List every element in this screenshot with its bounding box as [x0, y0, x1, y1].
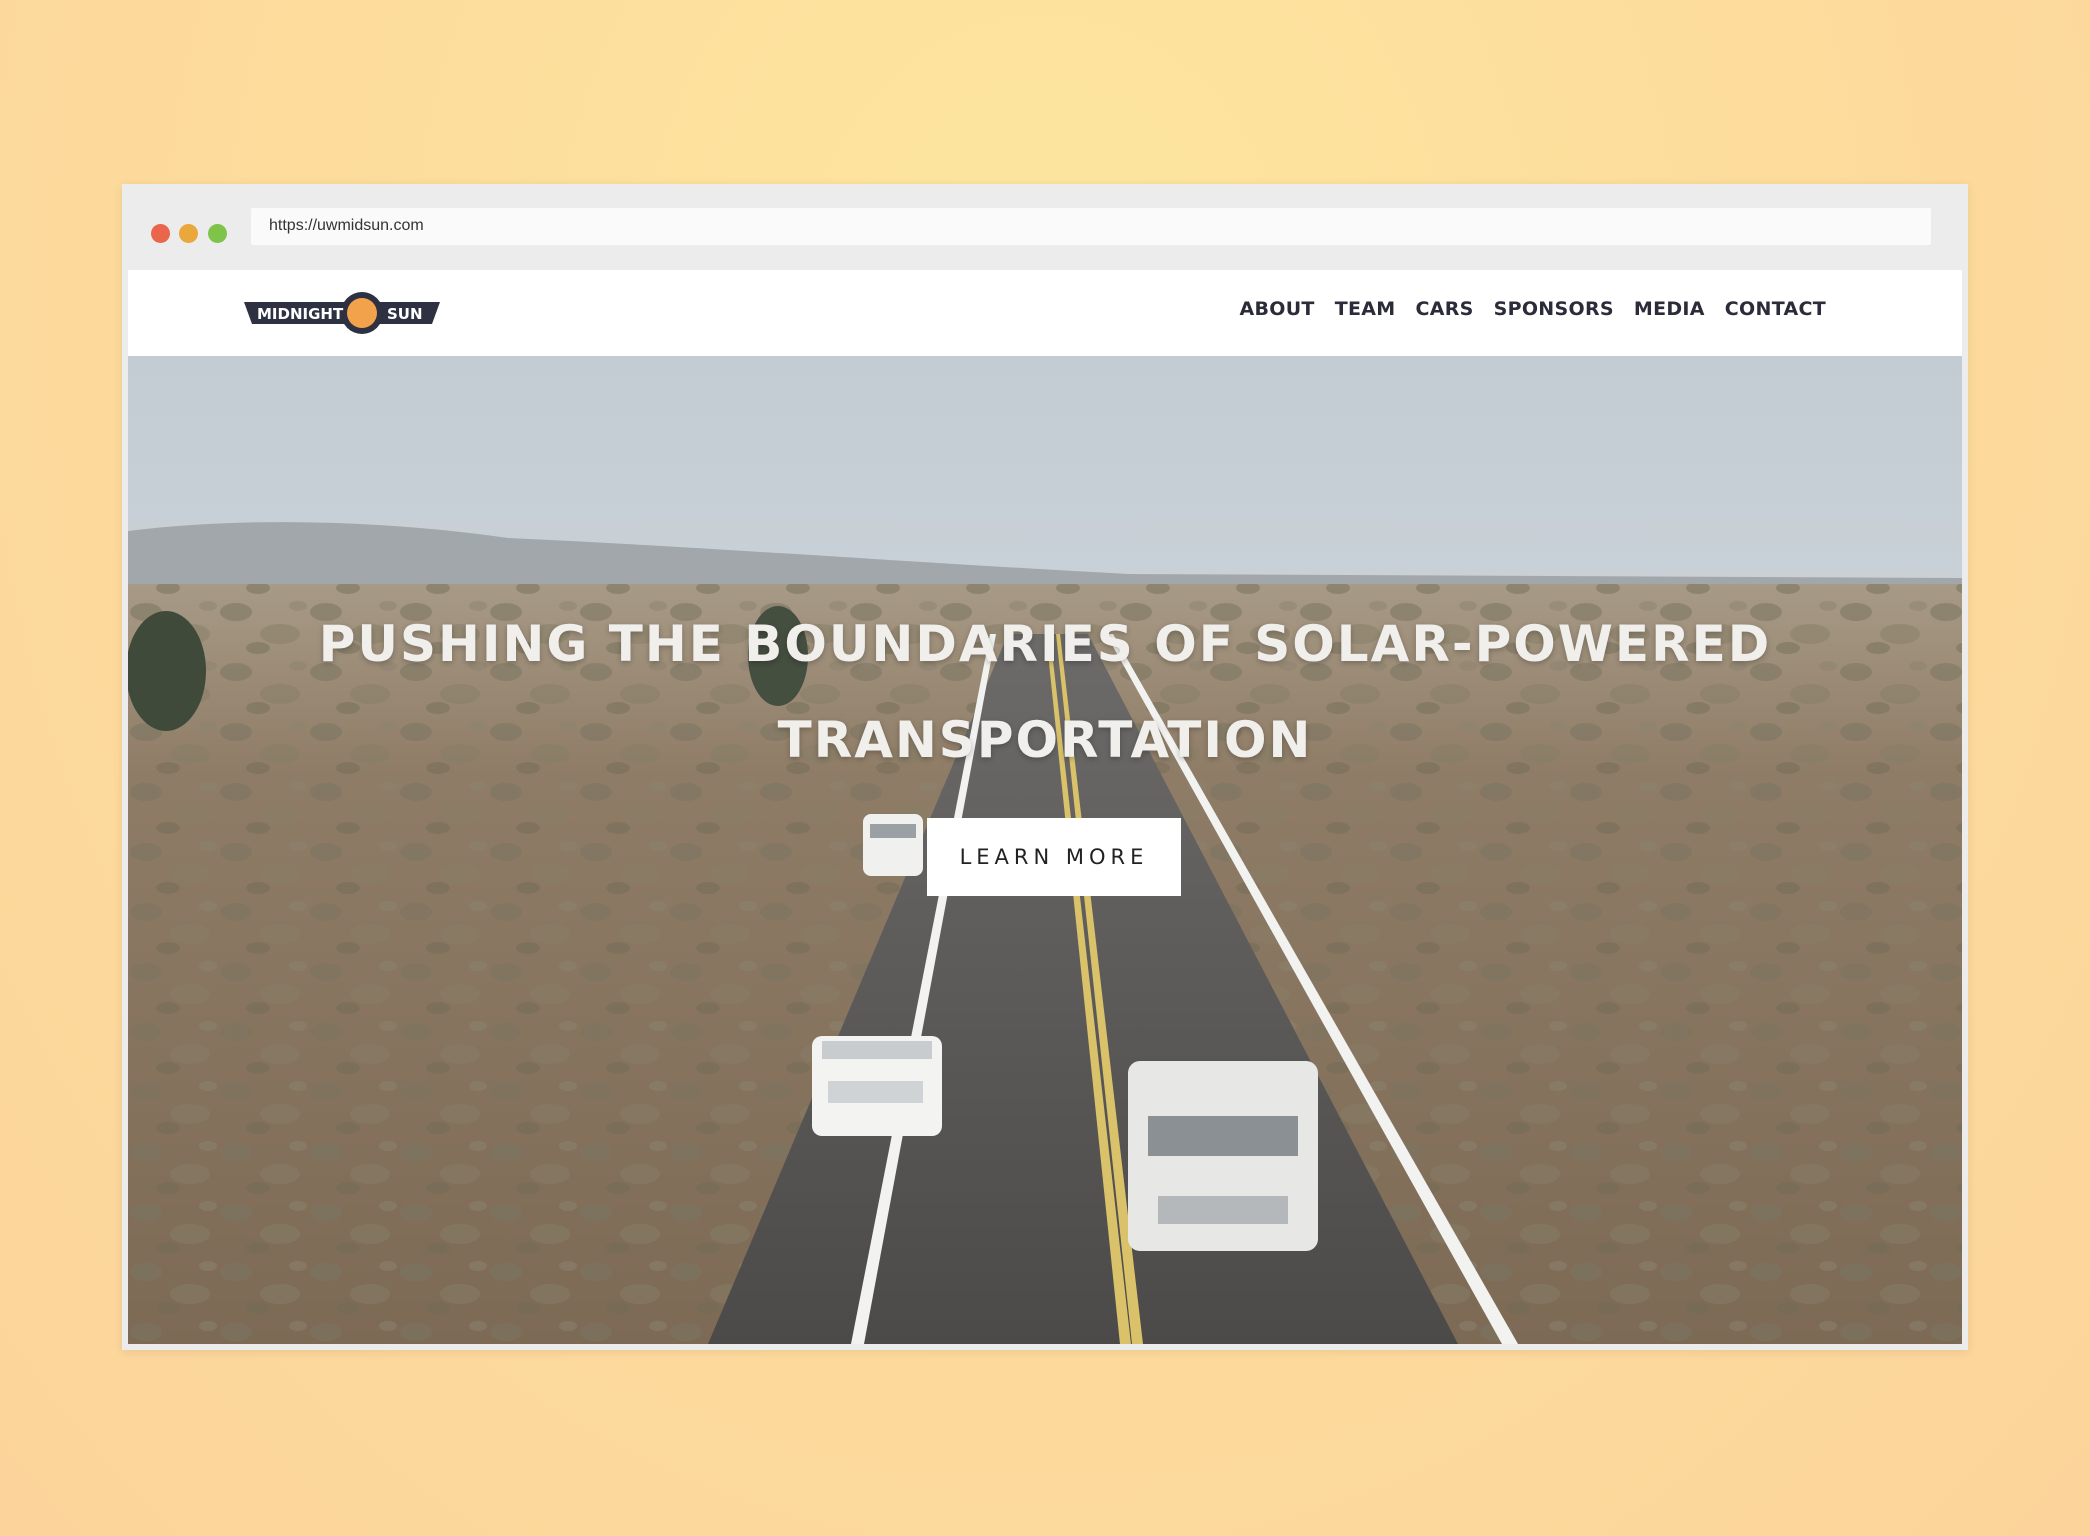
logo-sun-icon	[347, 298, 377, 328]
nav-link-media[interactable]: MEDIA	[1634, 298, 1705, 320]
nav-link-team[interactable]: TEAM	[1335, 298, 1396, 320]
midnight-sun-logo[interactable]: MIDNIGHT SUN	[244, 290, 440, 336]
logo-text-left: MIDNIGHT	[257, 305, 344, 323]
nav-link-contact[interactable]: CONTACT	[1725, 298, 1826, 320]
nav-link-cars[interactable]: CARS	[1415, 298, 1473, 320]
learn-more-button[interactable]: LEARN MORE	[927, 818, 1181, 896]
hero-section: PUSHING THE BOUNDARIES OF SOLAR-POWERED …	[128, 356, 1962, 1344]
hero-headline-line-2: TRANSPORTATION	[777, 711, 1313, 769]
close-window-button[interactable]	[151, 224, 170, 243]
solar-car	[812, 1036, 942, 1136]
browser-window: https://uwmidsun.com MIDNIGHT SUN ABOUT …	[122, 184, 1968, 1350]
address-bar[interactable]: https://uwmidsun.com	[251, 208, 1931, 245]
hero-headline-line-1: PUSHING THE BOUNDARIES OF SOLAR-POWERED	[318, 615, 1772, 673]
browser-titlebar: https://uwmidsun.com	[122, 184, 1968, 268]
car-far	[863, 814, 923, 876]
main-nav: ABOUT TEAM CARS SPONSORS MEDIA CONTACT	[1239, 298, 1826, 320]
hero-headline: PUSHING THE BOUNDARIES OF SOLAR-POWERED …	[128, 596, 1962, 788]
minimize-window-button[interactable]	[179, 224, 198, 243]
page-viewport: MIDNIGHT SUN ABOUT TEAM CARS SPONSORS ME…	[128, 270, 1962, 1344]
address-bar-url: https://uwmidsun.com	[269, 217, 424, 234]
site-header: MIDNIGHT SUN ABOUT TEAM CARS SPONSORS ME…	[128, 270, 1962, 356]
nav-link-about[interactable]: ABOUT	[1239, 298, 1314, 320]
maximize-window-button[interactable]	[208, 224, 227, 243]
logo-text-right: SUN	[387, 305, 423, 323]
pickup-truck	[1128, 1061, 1318, 1251]
nav-link-sponsors[interactable]: SPONSORS	[1494, 298, 1614, 320]
